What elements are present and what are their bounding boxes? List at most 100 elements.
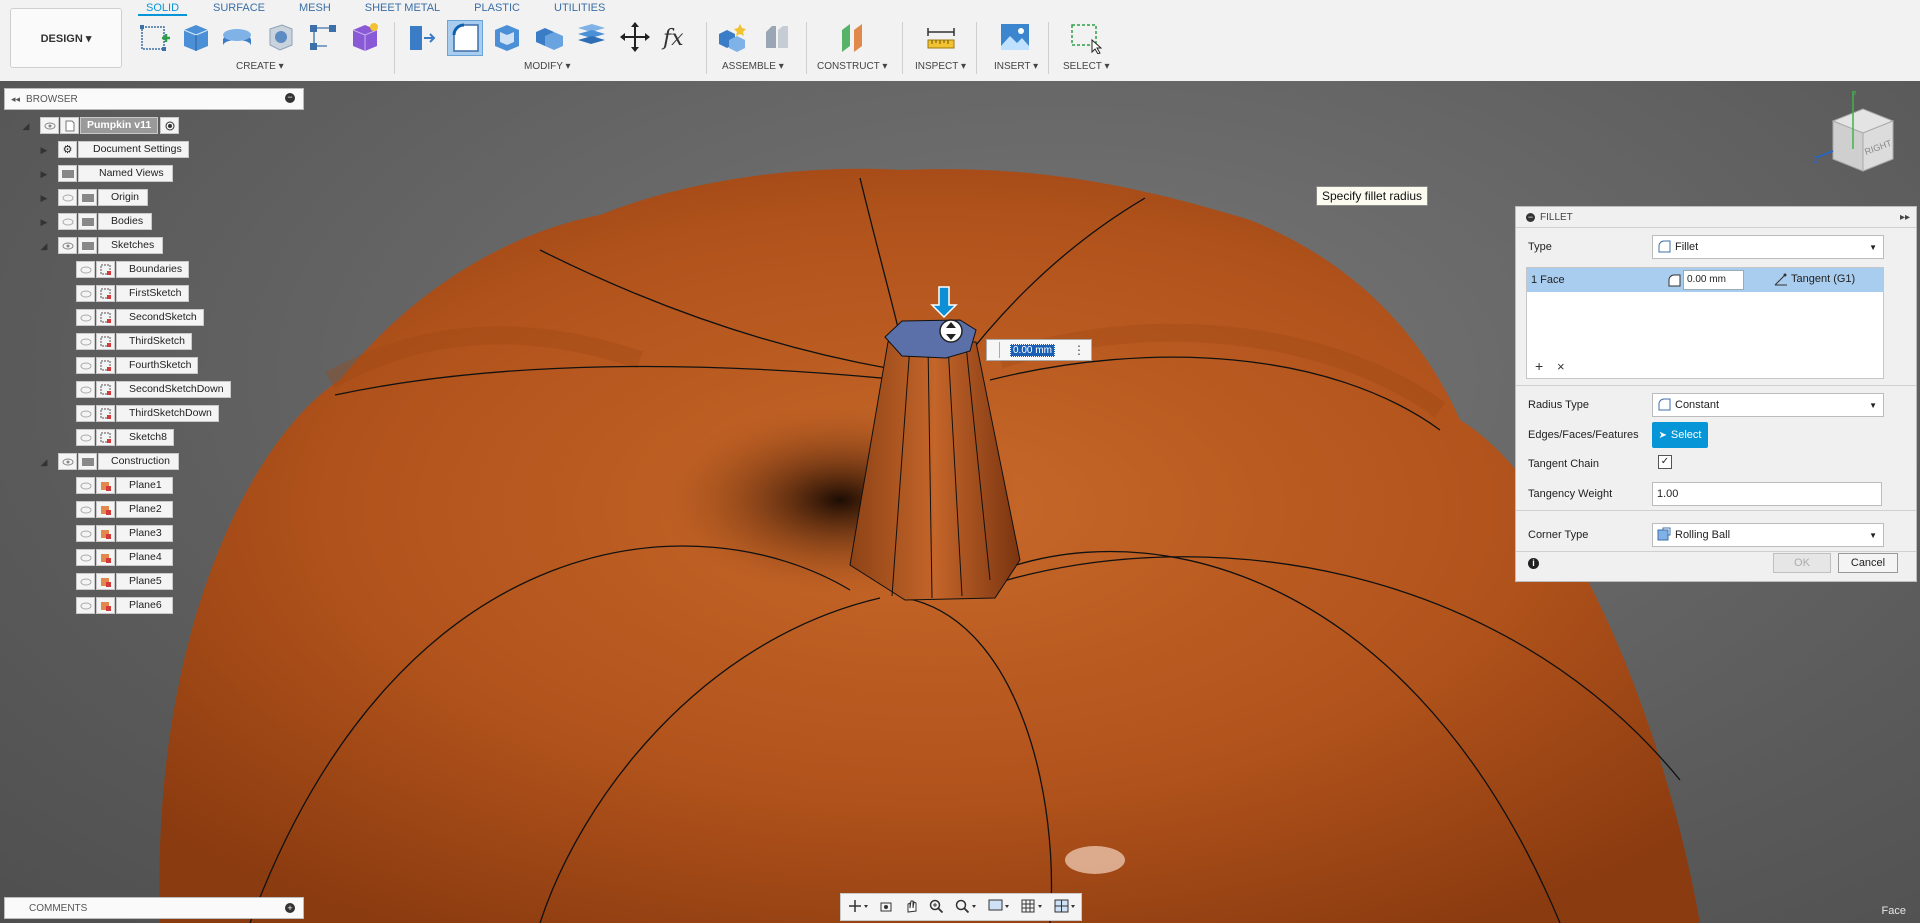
tree-node-label[interactable]: Origin (98, 189, 149, 206)
tree-node-label[interactable]: Named Views (78, 165, 173, 182)
look-at-icon[interactable] (879, 899, 893, 916)
eye-icon[interactable] (58, 453, 77, 470)
parameters-icon[interactable]: fx (660, 20, 694, 54)
radius-value[interactable]: 0.00 mm (1010, 343, 1055, 357)
field-grip[interactable] (991, 342, 1000, 358)
move-icon[interactable] (618, 20, 652, 54)
radius-type-dropdown[interactable]: Constant ▼ (1652, 393, 1884, 417)
shell-icon[interactable] (490, 20, 524, 54)
tree-node-document-settings[interactable]: ⚙ Document Settings (58, 141, 189, 158)
sketch-label[interactable]: SecondSketchDown (116, 381, 231, 398)
continuity-value[interactable]: Tangent (G1) (1791, 273, 1855, 285)
plane-label[interactable]: Plane1 (116, 477, 173, 494)
tangent-chain-checkbox[interactable]: ✓ (1658, 455, 1672, 469)
eye-icon[interactable] (76, 597, 95, 614)
plane-item[interactable]: Plane1 (76, 477, 173, 494)
pan-icon[interactable] (904, 899, 918, 916)
sketch-label[interactable]: Boundaries (116, 261, 190, 278)
viewcube[interactable]: Y Z RIGHT (1808, 91, 1908, 201)
form-icon[interactable] (348, 20, 382, 54)
display-icon[interactable] (988, 899, 1010, 916)
eye-icon[interactable] (58, 237, 77, 254)
sketch-label[interactable]: Sketch8 (116, 429, 174, 446)
sketch-icon[interactable] (138, 20, 172, 54)
plane-label[interactable]: Plane5 (116, 573, 173, 590)
create-group-label[interactable]: CREATE ▾ (236, 61, 284, 72)
revolve-icon[interactable] (220, 20, 254, 54)
comments-panel[interactable]: COMMENTS + (4, 897, 304, 919)
expand-icon[interactable]: ▶ (38, 168, 50, 180)
plane-item[interactable]: Plane6 (76, 597, 173, 614)
joint-icon[interactable] (760, 20, 794, 54)
tree-node-named-views[interactable]: Named Views (58, 165, 173, 182)
workspace-switcher[interactable]: DESIGN ▾ (10, 8, 122, 68)
inspect-group-label[interactable]: INSPECT ▾ (915, 61, 966, 72)
zoom-window-icon[interactable] (955, 899, 977, 916)
scale-icon[interactable] (574, 20, 608, 54)
plane-item[interactable]: Plane2 (76, 501, 173, 518)
tree-node-bodies[interactable]: Bodies (58, 213, 153, 230)
construct-group-label[interactable]: CONSTRUCT ▾ (817, 61, 887, 72)
tangency-weight-input[interactable]: 1.00 (1652, 482, 1882, 506)
press-pull-icon[interactable] (404, 20, 438, 54)
offset-plane-icon[interactable] (836, 20, 870, 54)
tree-node-label[interactable]: Bodies (98, 213, 153, 230)
ok-button[interactable]: OK (1773, 553, 1831, 573)
collapse-icon[interactable]: ◢ (38, 456, 50, 468)
select-entities-button[interactable]: ➤ Select (1652, 422, 1708, 448)
eye-icon[interactable] (76, 381, 95, 398)
tab-solid[interactable]: SOLID (138, 0, 188, 16)
eye-icon[interactable] (40, 117, 59, 134)
sketch-label[interactable]: FirstSketch (116, 285, 189, 302)
grid-icon[interactable] (1021, 899, 1043, 916)
collapse-dialog-icon[interactable]: − (1526, 212, 1535, 222)
sketch-item[interactable]: Sketch8 (76, 429, 174, 446)
plane-item[interactable]: Plane5 (76, 573, 173, 590)
tab-mesh[interactable]: MESH (291, 0, 339, 16)
sketch-label[interactable]: ThirdSketchDown (116, 405, 219, 422)
plane-item[interactable]: Plane3 (76, 525, 173, 542)
extrude-icon[interactable] (178, 20, 212, 54)
type-dropdown[interactable]: Fillet ▼ (1652, 235, 1884, 259)
eye-icon[interactable] (76, 549, 95, 566)
eye-icon[interactable] (76, 261, 95, 278)
activate-radio-icon[interactable] (160, 117, 180, 134)
sketch-item[interactable]: SecondSketchDown (76, 381, 231, 398)
tab-utilities[interactable]: UTILITIES (546, 0, 613, 16)
selection-radius-input[interactable]: 0.00 mm (1683, 270, 1744, 290)
assemble-group-label[interactable]: ASSEMBLE ▾ (722, 61, 784, 72)
sketch-item[interactable]: SecondSketch (76, 309, 204, 326)
tab-surface[interactable]: SURFACE (205, 0, 273, 16)
tree-node-label[interactable]: Construction (98, 453, 179, 470)
plane-label[interactable]: Plane3 (116, 525, 173, 542)
insert-group-label[interactable]: INSERT ▾ (994, 61, 1038, 72)
cancel-button[interactable]: Cancel (1838, 553, 1898, 573)
root-expander-icon[interactable]: ◢ (20, 120, 32, 132)
tree-node-construction[interactable]: Construction (58, 453, 179, 470)
hole-icon[interactable] (264, 20, 298, 54)
sketch-label[interactable]: ThirdSketch (116, 333, 193, 350)
sketch-item[interactable]: Boundaries (76, 261, 190, 278)
expand-dialog-icon[interactable]: ▸▸ (1900, 212, 1910, 223)
eye-icon[interactable] (76, 429, 95, 446)
tree-root[interactable]: Pumpkin v11 (40, 117, 180, 134)
fillet-icon[interactable] (447, 20, 483, 56)
sketch-label[interactable]: SecondSketch (116, 309, 204, 326)
pattern-icon[interactable] (306, 20, 340, 54)
tab-sheet-metal[interactable]: SHEET METAL (357, 0, 448, 16)
tree-node-label[interactable]: Sketches (98, 237, 164, 254)
sketch-item[interactable]: ThirdSketchDown (76, 405, 219, 422)
new-component-icon[interactable] (716, 20, 750, 54)
select-window-icon[interactable] (1068, 20, 1102, 54)
orbit-icon[interactable] (846, 899, 869, 916)
eye-icon[interactable] (76, 477, 95, 494)
sketch-item[interactable]: FirstSketch (76, 285, 189, 302)
eye-icon[interactable] (76, 357, 95, 374)
combine-icon[interactable] (532, 20, 566, 54)
sketch-item[interactable]: ThirdSketch (76, 333, 193, 350)
select-group-label[interactable]: SELECT ▾ (1063, 61, 1110, 72)
remove-selection-icon[interactable]: × (1557, 359, 1565, 374)
tree-node-origin[interactable]: Origin (58, 189, 149, 206)
more-options-icon[interactable]: ⋮ (1073, 344, 1085, 356)
radius-manipulator-field[interactable]: 0.00 mm ⋮ (986, 339, 1092, 361)
